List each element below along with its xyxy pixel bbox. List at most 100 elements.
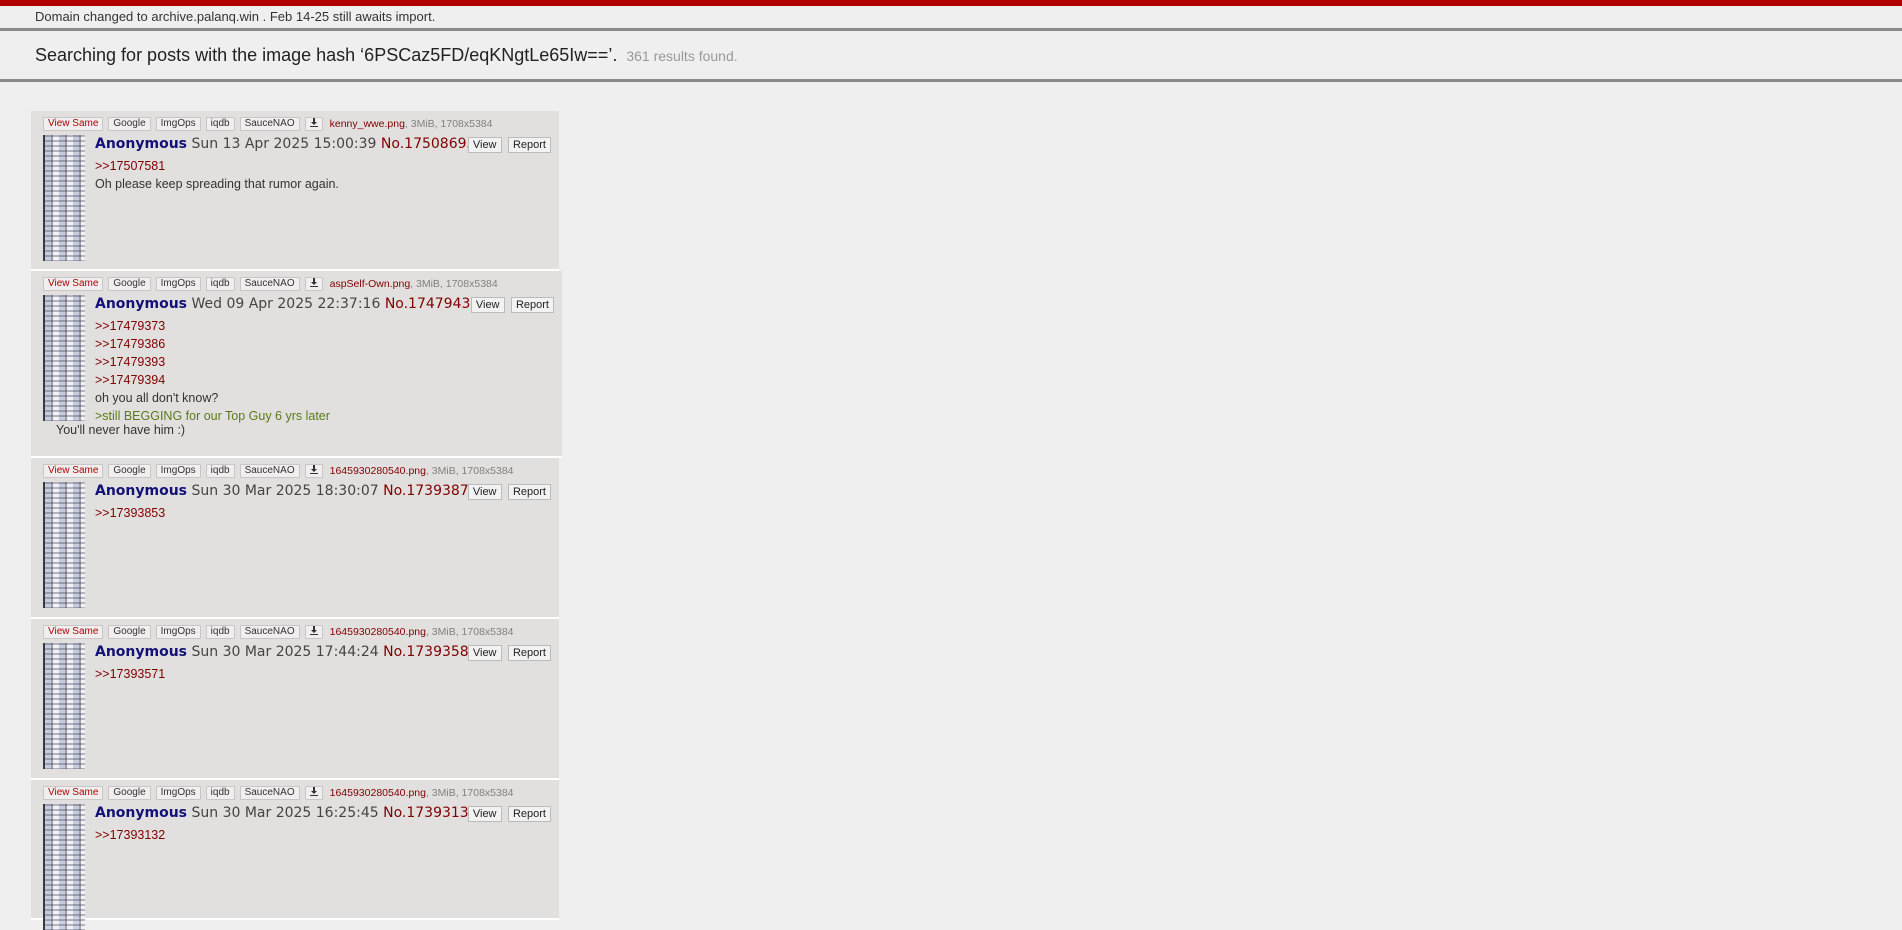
post-date: Sun 30 Mar 2025 18:30:07 bbox=[191, 483, 379, 499]
view-button[interactable]: View bbox=[470, 297, 505, 313]
imgops-button[interactable]: ImgOps bbox=[155, 277, 201, 291]
imgops-button[interactable]: ImgOps bbox=[155, 625, 201, 639]
search-title: Searching for posts with the image hash … bbox=[35, 45, 618, 65]
post-author: Anonymous bbox=[95, 136, 188, 152]
quote-link[interactable]: >>17479393 bbox=[95, 353, 554, 371]
google-button[interactable]: Google bbox=[108, 625, 151, 639]
quote-link[interactable]: >>17479373 bbox=[95, 317, 554, 335]
file-name-link[interactable]: kenny_wwe.png bbox=[330, 118, 405, 130]
iqdb-button[interactable]: iqdb bbox=[205, 117, 235, 131]
post-thumbnail[interactable] bbox=[43, 135, 85, 261]
imgops-button[interactable]: ImgOps bbox=[155, 117, 201, 131]
quote-link[interactable]: >>17393132 bbox=[95, 826, 551, 844]
file-toolbar: View Same Google ImgOps iqdb SauceNAO 16… bbox=[43, 463, 551, 479]
post-header: Anonymous Sun 30 Mar 2025 17:44:24 No.17… bbox=[95, 643, 551, 661]
view-same-button[interactable]: View Same bbox=[43, 464, 104, 478]
file-toolbar: View Same Google ImgOps iqdb SauceNAO 16… bbox=[43, 785, 551, 801]
view-same-button[interactable]: View Same bbox=[43, 117, 104, 131]
quote-link[interactable]: >>17393571 bbox=[95, 665, 551, 683]
post-thumbnail[interactable] bbox=[43, 804, 85, 930]
post-text: >>17479373 >>17479386 >>17479393 >>17479… bbox=[95, 317, 554, 425]
post-header: Anonymous Sun 13 Apr 2025 15:00:39 No.17… bbox=[95, 135, 551, 153]
post-author: Anonymous bbox=[95, 296, 188, 312]
file-meta: , 3MiB, 1708x5384 bbox=[425, 465, 514, 477]
post-thumbnail[interactable] bbox=[43, 295, 85, 421]
google-button[interactable]: Google bbox=[108, 117, 151, 131]
post: View Same Google ImgOps iqdb SauceNAO 16… bbox=[31, 619, 559, 780]
download-icon[interactable] bbox=[304, 277, 323, 291]
view-button[interactable]: View bbox=[467, 806, 502, 822]
google-button[interactable]: Google bbox=[108, 786, 151, 800]
file-meta: , 3MiB, 1708x5384 bbox=[425, 626, 514, 638]
post-text: >>17393132 bbox=[95, 826, 551, 844]
download-icon[interactable] bbox=[304, 117, 323, 131]
post-text: >>17507581 Oh please keep spreading that… bbox=[95, 157, 551, 193]
post-text: >>17393571 bbox=[95, 665, 551, 683]
post-header: Anonymous Sun 30 Mar 2025 16:25:45 No.17… bbox=[95, 804, 551, 822]
results-count: 361 results found. bbox=[626, 48, 738, 64]
post-list: View Same Google ImgOps iqdb SauceNAO ke… bbox=[31, 111, 562, 930]
file-toolbar: View Same Google ImgOps iqdb SauceNAO ke… bbox=[43, 116, 551, 132]
saucenao-button[interactable]: SauceNAO bbox=[239, 277, 300, 291]
report-button[interactable]: Report bbox=[507, 137, 551, 153]
report-button[interactable]: Report bbox=[507, 645, 551, 661]
report-button[interactable]: Report bbox=[507, 484, 551, 500]
saucenao-button[interactable]: SauceNAO bbox=[239, 625, 300, 639]
report-button[interactable]: Report bbox=[510, 297, 554, 313]
view-same-button[interactable]: View Same bbox=[43, 786, 104, 800]
file-name-link[interactable]: 1645930280540.png bbox=[330, 626, 426, 638]
file-name-link[interactable]: aspSelf-Own.png bbox=[330, 278, 411, 290]
post-date: Wed 09 Apr 2025 22:37:16 bbox=[191, 296, 381, 312]
quote-link[interactable]: >>17479394 bbox=[95, 371, 554, 389]
post-number-link[interactable]: No.17393878 bbox=[383, 483, 478, 499]
site-notice: Domain changed to archive.palanq.win . F… bbox=[0, 6, 1902, 31]
file-name-link[interactable]: 1645930280540.png bbox=[330, 465, 426, 477]
post-author: Anonymous bbox=[95, 805, 188, 821]
post-header: Anonymous Sun 30 Mar 2025 18:30:07 No.17… bbox=[95, 482, 551, 500]
post: View Same Google ImgOps iqdb SauceNAO as… bbox=[31, 271, 562, 458]
saucenao-button[interactable]: SauceNAO bbox=[239, 786, 300, 800]
download-icon[interactable] bbox=[304, 786, 323, 800]
saucenao-button[interactable]: SauceNAO bbox=[239, 464, 300, 478]
post-line: oh you all don't know? bbox=[95, 391, 219, 405]
report-button[interactable]: Report bbox=[507, 806, 551, 822]
iqdb-button[interactable]: iqdb bbox=[205, 625, 235, 639]
google-button[interactable]: Google bbox=[108, 277, 151, 291]
post-number-link[interactable]: No.17479435 bbox=[385, 296, 480, 312]
post-header: Anonymous Wed 09 Apr 2025 22:37:16 No.17… bbox=[95, 295, 554, 313]
post-text: >>17393853 bbox=[95, 504, 551, 522]
post-thumbnail[interactable] bbox=[43, 643, 85, 769]
file-meta: , 3MiB, 1708x5384 bbox=[425, 787, 514, 799]
iqdb-button[interactable]: iqdb bbox=[205, 464, 235, 478]
iqdb-button[interactable]: iqdb bbox=[205, 277, 235, 291]
file-name-link[interactable]: 1645930280540.png bbox=[330, 787, 426, 799]
view-same-button[interactable]: View Same bbox=[43, 625, 104, 639]
imgops-button[interactable]: ImgOps bbox=[155, 464, 201, 478]
view-button[interactable]: View bbox=[467, 645, 502, 661]
view-button[interactable]: View bbox=[467, 484, 502, 500]
imgops-button[interactable]: ImgOps bbox=[155, 786, 201, 800]
file-toolbar: View Same Google ImgOps iqdb SauceNAO as… bbox=[43, 276, 554, 292]
saucenao-button[interactable]: SauceNAO bbox=[239, 117, 300, 131]
post-date: Sun 30 Mar 2025 17:44:24 bbox=[191, 644, 379, 660]
post: View Same Google ImgOps iqdb SauceNAO 16… bbox=[31, 458, 559, 619]
post-number-link[interactable]: No.17393584 bbox=[383, 644, 478, 660]
post-thumbnail[interactable] bbox=[43, 482, 85, 608]
download-icon[interactable] bbox=[304, 464, 323, 478]
post-line: Oh please keep spreading that rumor agai… bbox=[95, 177, 339, 191]
post-number-link[interactable]: No.17393134 bbox=[383, 805, 478, 821]
download-icon[interactable] bbox=[304, 625, 323, 639]
post-author: Anonymous bbox=[95, 644, 188, 660]
view-same-button[interactable]: View Same bbox=[43, 277, 104, 291]
google-button[interactable]: Google bbox=[108, 464, 151, 478]
quote-link[interactable]: >>17393853 bbox=[95, 504, 551, 522]
post-number-link[interactable]: No.17508695 bbox=[381, 136, 476, 152]
quote-link[interactable]: >>17479386 bbox=[95, 335, 554, 353]
iqdb-button[interactable]: iqdb bbox=[205, 786, 235, 800]
view-button[interactable]: View bbox=[467, 137, 502, 153]
quote-link[interactable]: >>17507581 bbox=[95, 157, 551, 175]
post-date: Sun 13 Apr 2025 15:00:39 bbox=[191, 136, 377, 152]
post: View Same Google ImgOps iqdb SauceNAO 16… bbox=[31, 780, 559, 930]
file-meta: , 3MiB, 1708x5384 bbox=[410, 278, 498, 290]
post: View Same Google ImgOps iqdb SauceNAO ke… bbox=[31, 111, 559, 271]
